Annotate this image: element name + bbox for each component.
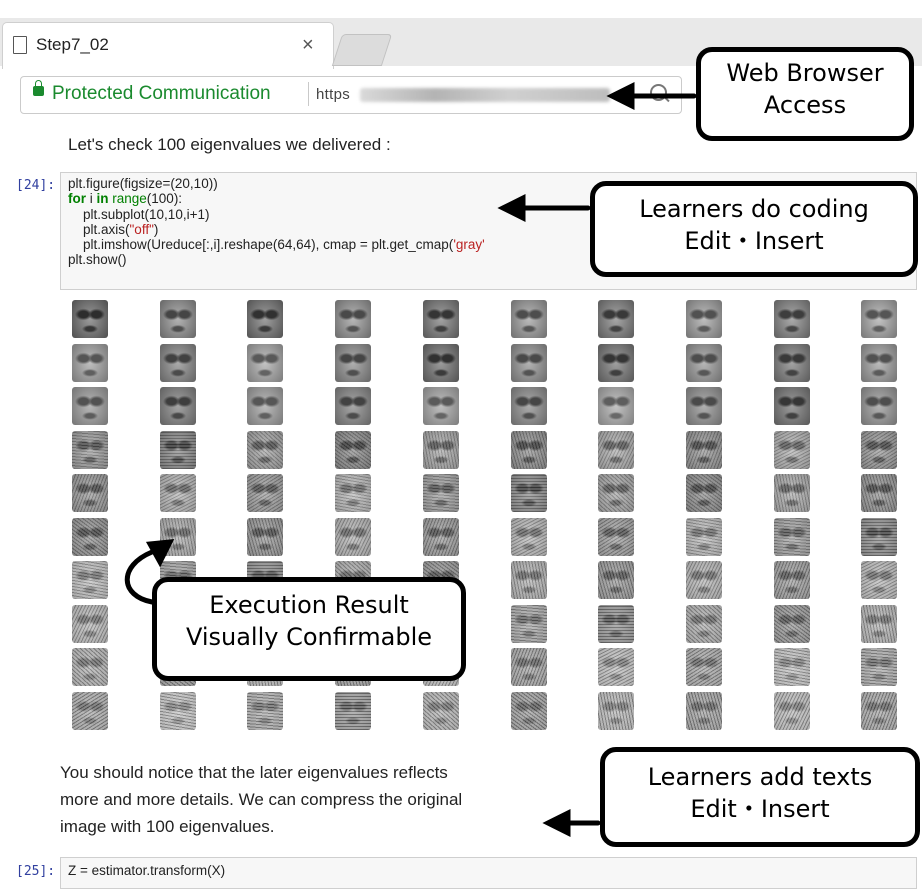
callout-line: Execution Result (209, 591, 409, 619)
arrowhead-exec (145, 539, 175, 568)
arrow-exec (124, 549, 155, 605)
callout-line: Visually Confirmable (185, 622, 433, 651)
callout-line: Learners do coding (639, 195, 869, 223)
callout-line: Learners add texts (647, 763, 873, 791)
callout-line: Web Browser (726, 59, 884, 87)
callout-learners-texts: Learners add texts Edit・Insert (600, 747, 920, 847)
callout-line: Edit・Insert (690, 794, 830, 823)
callout-line: Edit・Insert (684, 226, 824, 255)
callout-execution-result: Execution Result Visually Confirmable (152, 577, 466, 681)
arrowhead-texts (542, 808, 571, 838)
arrowhead-browser (606, 81, 635, 111)
callout-line: Access (763, 90, 847, 119)
callout-web-browser-access: Web Browser Access (696, 47, 914, 141)
callout-learners-coding: Learners do coding Edit・Insert (590, 181, 918, 277)
arrowhead-coding (497, 193, 526, 223)
